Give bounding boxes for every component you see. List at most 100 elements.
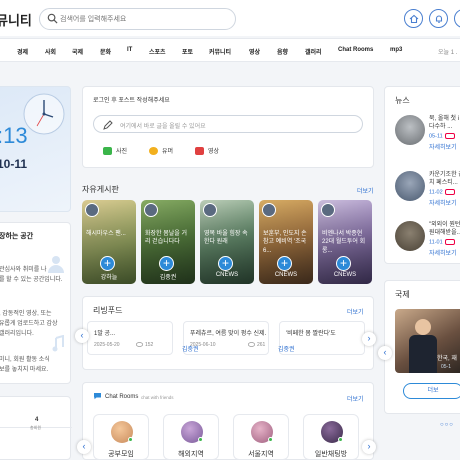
analog-clock-icon bbox=[23, 93, 65, 135]
feed-item-title: '비페한 봄 짤란다'도 bbox=[286, 331, 336, 337]
board-title: 자유게시판 bbox=[82, 185, 119, 194]
living-food-feed: 리빙푸드 더보기 1말 공... 2025-05-20 152 푸레츄르, 여름… bbox=[82, 296, 374, 370]
photo-button[interactable]: 사진 bbox=[103, 146, 127, 156]
smile-icon bbox=[149, 147, 158, 156]
nav-item-photo[interactable]: 포토 bbox=[182, 47, 193, 56]
news-link[interactable]: 자세히보기 bbox=[429, 142, 457, 151]
chat-next-arrow[interactable]: › bbox=[362, 440, 376, 454]
nav-item-international[interactable]: 국제 bbox=[72, 47, 83, 56]
video-icon bbox=[195, 147, 204, 156]
community-intro: 장하는 공간 관심사와 취미를 나 를 할 수 있는 공간입니다. , 감동적인… bbox=[0, 222, 71, 384]
post-input[interactable]: 여기에서 바로 글을 올릴 수 있어요 bbox=[93, 115, 363, 133]
search-icon bbox=[47, 13, 58, 24]
digital-time: :13 bbox=[0, 123, 28, 148]
board-card[interactable]: 영목 바울 힘장 속한다 원래 + CNEWS bbox=[200, 200, 254, 284]
chat-title: Chat Rooms bbox=[105, 394, 139, 400]
bell-icon bbox=[435, 15, 443, 23]
plus-icon[interactable]: + bbox=[100, 256, 115, 271]
user-button[interactable] bbox=[454, 9, 460, 28]
chat-subtitle: chat with friends bbox=[141, 395, 174, 400]
home-button[interactable] bbox=[404, 9, 423, 28]
board-card[interactable]: 비엔나서 박종현 22대 월드투어 회롱... + CNEWS bbox=[318, 200, 372, 284]
room-name: 일반채팅방 bbox=[314, 451, 348, 458]
header: 뮤니티 bbox=[0, 0, 460, 36]
pagination-dots[interactable]: ○○○ bbox=[440, 422, 454, 428]
news-link[interactable]: 자세히보기 bbox=[429, 198, 457, 207]
chat-room-card[interactable]: 일반채팅방 bbox=[303, 414, 359, 460]
plus-icon[interactable]: + bbox=[336, 256, 351, 271]
board-card-text: 영목 바울 힘장 속한다 원래 bbox=[204, 231, 248, 246]
news-title: 뉴스 bbox=[395, 96, 410, 105]
chat-more-link[interactable]: 더보기 bbox=[347, 394, 364, 403]
chat-room-card[interactable]: 서울지역 bbox=[233, 414, 289, 460]
nav-item-video[interactable]: 영상 bbox=[249, 47, 260, 56]
news-link[interactable]: 자세히보기 bbox=[429, 248, 457, 257]
today-date: 오늘 1 . bbox=[438, 50, 458, 56]
news-thumbnail bbox=[395, 115, 425, 145]
feed-next-arrow[interactable]: › bbox=[362, 332, 376, 346]
feed-item[interactable]: 1말 공... 2025-05-20 152 bbox=[87, 321, 173, 355]
member-count: 4 bbox=[35, 417, 39, 423]
board-card-text: 화장한 봄날을 거리 걷습니다다 bbox=[145, 231, 187, 246]
international-caption: 한국, 재 bbox=[437, 356, 457, 362]
plus-icon[interactable]: + bbox=[277, 256, 292, 271]
nav-item-society[interactable]: 사회 bbox=[45, 47, 56, 56]
plus-icon[interactable]: + bbox=[218, 256, 233, 271]
search-box[interactable] bbox=[39, 8, 236, 30]
board-card[interactable]: 해시마우스 팬... + 강하늘 bbox=[82, 200, 136, 284]
board-card[interactable]: 화장한 봄날을 거리 걷습니다다 + 김중권 bbox=[141, 200, 195, 284]
board-card-author: 김중권 bbox=[159, 275, 177, 281]
feed-item-views: 152 bbox=[145, 342, 154, 348]
search-input[interactable] bbox=[60, 12, 230, 26]
board-card-author: CNEWS bbox=[333, 272, 357, 278]
international-photo[interactable]: 한국, 재 05-1 bbox=[395, 309, 460, 373]
board-card[interactable]: 보훈부, 인도지 손 참고 예비역 '조국 6... + CNEWS bbox=[259, 200, 313, 284]
board-card-author: CNEWS bbox=[215, 272, 239, 278]
news-date: 11-02 bbox=[429, 189, 455, 195]
nav-item-community[interactable]: 커뮤니티 bbox=[209, 47, 231, 56]
pencil-icon bbox=[103, 120, 113, 130]
post-composer: 로그인 후 포스트 작성해주세요 여기에서 바로 글을 올릴 수 있어요 사진 … bbox=[82, 86, 374, 168]
news-item[interactable]: 북, 올해 첫 i 를 다수하 ... 05-11 자세히보기 bbox=[385, 111, 460, 161]
international-more-button[interactable]: 더보 bbox=[403, 383, 460, 399]
chat-prev-arrow[interactable]: ‹ bbox=[77, 440, 91, 454]
main-nav: 경제 사회 국제 문화 IT 스포츠 포토 커뮤니티 영상 음향 갤러리 Cha… bbox=[0, 38, 460, 62]
plus-icon[interactable]: + bbox=[159, 256, 174, 271]
chat-room-card[interactable]: 해외지역 bbox=[163, 414, 219, 460]
feed-more-link[interactable]: 더보기 bbox=[347, 307, 364, 316]
room-name: 해외지역 bbox=[178, 451, 204, 458]
nav-item-it[interactable]: IT bbox=[127, 47, 132, 53]
clock-date: 10-11 bbox=[0, 157, 28, 171]
news-item[interactable]: 카운기조한 김치 페스티... 11-02 자세히보기 bbox=[385, 167, 460, 217]
humor-button[interactable]: 유머 bbox=[149, 146, 173, 156]
nav-item-culture[interactable]: 문화 bbox=[100, 47, 111, 56]
brand-logo[interactable]: 뮤니티 bbox=[0, 10, 32, 29]
avatar bbox=[203, 203, 217, 217]
notification-button[interactable] bbox=[429, 9, 448, 28]
chat-room-card[interactable]: 공부모임 bbox=[93, 414, 149, 460]
feed-prev-arrow[interactable]: ‹ bbox=[75, 329, 89, 343]
board-more-link[interactable]: 더보기 bbox=[357, 186, 374, 195]
online-indicator bbox=[268, 437, 273, 442]
international-prev-arrow[interactable]: ‹ bbox=[378, 346, 392, 360]
nav-item-gallery[interactable]: 갤러리 bbox=[305, 47, 322, 56]
intro-line: 보를 놓치지 마세요. bbox=[0, 367, 49, 373]
video-button[interactable]: 영상 bbox=[195, 146, 219, 156]
nav-item-chat-rooms[interactable]: Chat Rooms bbox=[338, 47, 373, 53]
nav-item-sound[interactable]: 음향 bbox=[277, 47, 288, 56]
feed-item-views: 261 bbox=[257, 342, 266, 348]
news-item[interactable]: "외외이 뭔턴 참원대해받을.. 11-01 자세히보기 bbox=[385, 217, 460, 267]
nav-item-mp3[interactable]: mp3 bbox=[390, 47, 402, 53]
people-icon bbox=[48, 256, 64, 273]
chat-bubble-icon bbox=[94, 393, 101, 400]
avatar bbox=[262, 203, 276, 217]
board-card-author: CNEWS bbox=[274, 272, 298, 278]
nav-item-sports[interactable]: 스포츠 bbox=[149, 47, 166, 56]
news-thumbnail bbox=[395, 221, 425, 251]
new-badge-icon bbox=[444, 133, 455, 139]
avatar bbox=[85, 203, 99, 217]
eye-icon bbox=[248, 342, 255, 347]
news-sidebar: 뉴스 북, 올해 첫 i 를 다수하 ... 05-11 자세히보기 카운기조한… bbox=[384, 86, 460, 264]
clock-widget: :13 10-11 bbox=[0, 86, 71, 212]
nav-item-economy[interactable]: 경제 bbox=[17, 47, 28, 56]
